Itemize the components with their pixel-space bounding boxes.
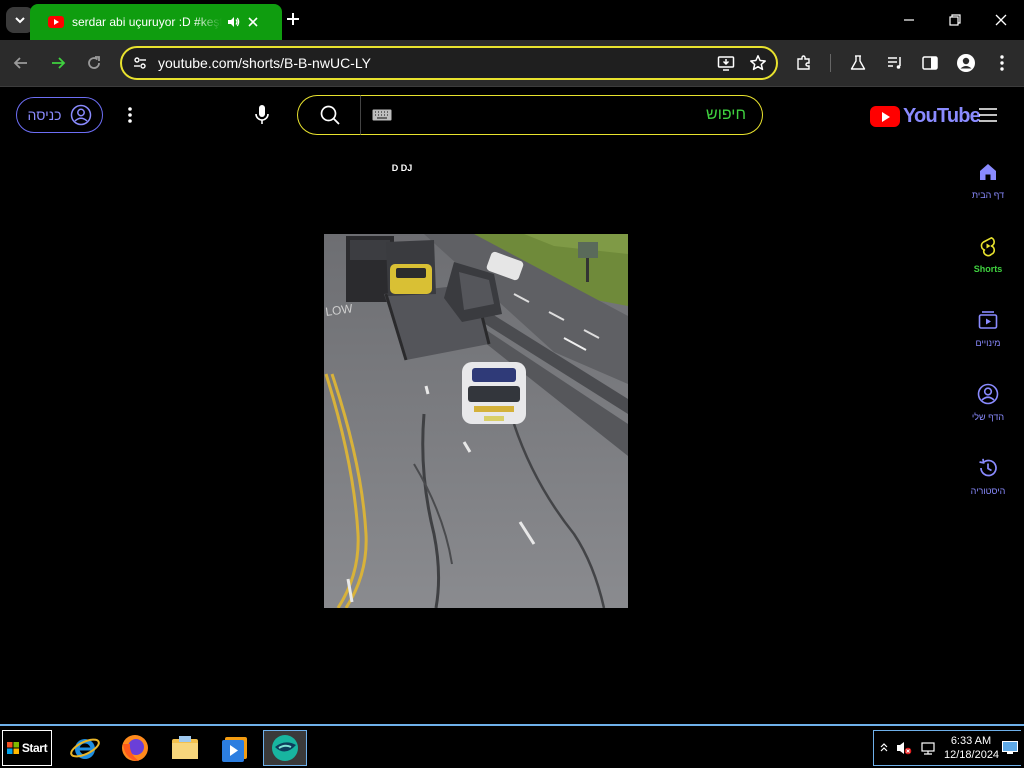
clock-date: 12/18/2024 bbox=[944, 749, 1000, 761]
minimize-button[interactable] bbox=[886, 6, 932, 34]
show-desktop-icon[interactable] bbox=[1002, 741, 1018, 760]
history-icon bbox=[976, 456, 1000, 480]
extensions-button[interactable] bbox=[791, 50, 817, 76]
tab-active[interactable]: serdar abi uçuruyor :D #keşfet bbox=[30, 4, 282, 40]
labs-button[interactable] bbox=[845, 50, 871, 76]
system-tray: 6:33 AM 12/18/2024 bbox=[873, 730, 1021, 766]
kebab-menu-icon bbox=[1000, 55, 1004, 71]
back-button[interactable] bbox=[8, 50, 34, 76]
short-video-player[interactable]: LOW bbox=[324, 234, 628, 608]
start-button[interactable]: Start bbox=[2, 730, 52, 766]
file-explorer-icon[interactable] bbox=[163, 730, 207, 766]
playlist-music-icon bbox=[888, 57, 901, 69]
puzzle-icon bbox=[797, 55, 810, 70]
taskbar: Start 6:33 AM 12/18/2024 bbox=[0, 724, 1024, 768]
chevron-down-icon bbox=[15, 17, 25, 24]
restore-icon bbox=[949, 14, 961, 26]
tab-title: serdar abi uçuruyor :D #keşfet bbox=[72, 15, 222, 29]
video-frame: LOW bbox=[324, 234, 628, 608]
windows-logo-icon bbox=[6, 742, 19, 754]
keyboard-icon[interactable] bbox=[371, 108, 393, 122]
tab-strip: serdar abi uçuruyor :D #keşfet bbox=[0, 0, 1024, 40]
reload-icon bbox=[88, 56, 100, 69]
site-settings-icon[interactable] bbox=[128, 51, 152, 75]
short-caption: D DJ bbox=[391, 163, 413, 173]
guide-sidebar: דף הבית Shorts מינויים הדף שלי היסטוריה bbox=[960, 148, 1016, 518]
network-icon[interactable] bbox=[920, 740, 936, 761]
account-icon bbox=[976, 382, 1000, 406]
url-text[interactable]: youtube.com/shorts/B-B-nwUC-LY bbox=[158, 55, 712, 71]
sidebar-item-you[interactable]: הדף שלי bbox=[960, 370, 1016, 444]
address-bar[interactable]: youtube.com/shorts/B-B-nwUC-LY bbox=[120, 46, 778, 80]
bookmark-star-icon[interactable] bbox=[744, 49, 772, 77]
sidebar-item-history[interactable]: היסטוריה bbox=[960, 444, 1016, 518]
search-button[interactable] bbox=[297, 95, 361, 135]
media-controls-button[interactable] bbox=[882, 50, 908, 76]
tab-close-icon[interactable] bbox=[248, 17, 258, 27]
new-tab-button[interactable] bbox=[282, 8, 304, 30]
screen: serdar abi uçuruyor :D #keşfet youtube.c… bbox=[0, 0, 1024, 768]
browser-menu-button[interactable] bbox=[989, 50, 1015, 76]
subscriptions-icon bbox=[976, 308, 1000, 332]
chevron-up-icon[interactable] bbox=[880, 741, 888, 759]
sidebar-item-label: מינויים bbox=[975, 338, 1001, 348]
clock-time: 6:33 AM bbox=[950, 735, 992, 747]
clock[interactable]: 6:33 AM 12/18/2024 bbox=[944, 734, 1000, 762]
media-player-icon[interactable] bbox=[213, 730, 257, 766]
start-label: Start bbox=[21, 741, 48, 755]
sidebar-item-label: דף הבית bbox=[971, 190, 1005, 200]
youtube-play-icon bbox=[870, 106, 900, 127]
hamburger-icon bbox=[979, 108, 997, 122]
youtube-page: כניסה YouTube D DJ bbox=[0, 88, 1024, 724]
settings-menu-button[interactable] bbox=[120, 103, 140, 127]
youtube-logo[interactable]: YouTube bbox=[870, 105, 981, 128]
close-icon bbox=[995, 14, 1007, 26]
minimize-icon bbox=[904, 19, 914, 21]
plus-icon bbox=[287, 13, 299, 25]
firefox-icon[interactable] bbox=[113, 730, 157, 766]
sign-in-label: כניסה bbox=[27, 107, 62, 123]
home-icon bbox=[976, 160, 1000, 184]
sidebar-item-home[interactable]: דף הבית bbox=[960, 148, 1016, 222]
microphone-icon bbox=[255, 105, 269, 124]
sidebar-item-shorts[interactable]: Shorts bbox=[960, 222, 1016, 296]
sign-in-button[interactable]: כניסה bbox=[16, 97, 103, 133]
youtube-favicon-icon bbox=[48, 16, 64, 28]
side-panel-button[interactable] bbox=[917, 50, 943, 76]
voice-search-button[interactable] bbox=[250, 103, 274, 127]
search-input[interactable] bbox=[393, 106, 746, 124]
youtube-logo-text: YouTube bbox=[903, 105, 981, 127]
speaker-icon[interactable] bbox=[226, 15, 240, 29]
arrow-left-icon bbox=[13, 57, 27, 69]
browser-toolbar: youtube.com/shorts/B-B-nwUC-LY bbox=[0, 40, 1024, 87]
kebab-menu-icon bbox=[128, 107, 132, 123]
search-icon bbox=[320, 105, 340, 125]
profile-icon bbox=[957, 54, 975, 72]
internet-explorer-icon[interactable] bbox=[63, 730, 107, 766]
guide-menu-button[interactable] bbox=[976, 103, 1000, 127]
sidebar-item-label: הדף שלי bbox=[971, 412, 1005, 422]
speaker-muted-icon[interactable] bbox=[896, 740, 912, 761]
close-window-button[interactable] bbox=[978, 6, 1024, 34]
sidebar-item-label: Shorts bbox=[973, 264, 1003, 274]
sidebar-item-subscriptions[interactable]: מינויים bbox=[960, 296, 1016, 370]
user-circle-icon bbox=[70, 104, 91, 126]
active-app-icon[interactable] bbox=[263, 730, 307, 766]
forward-button[interactable] bbox=[45, 50, 71, 76]
shorts-icon bbox=[976, 234, 1000, 258]
profile-button[interactable] bbox=[953, 50, 979, 76]
sidebar-item-label: היסטוריה bbox=[970, 486, 1006, 496]
reload-button[interactable] bbox=[81, 50, 107, 76]
install-app-icon[interactable] bbox=[712, 49, 740, 77]
restore-button[interactable] bbox=[932, 6, 978, 34]
toolbar-divider bbox=[830, 54, 831, 72]
arrow-right-icon bbox=[52, 57, 66, 69]
side-panel-icon bbox=[922, 56, 938, 70]
flask-icon bbox=[850, 55, 866, 70]
search-field[interactable] bbox=[360, 95, 763, 135]
